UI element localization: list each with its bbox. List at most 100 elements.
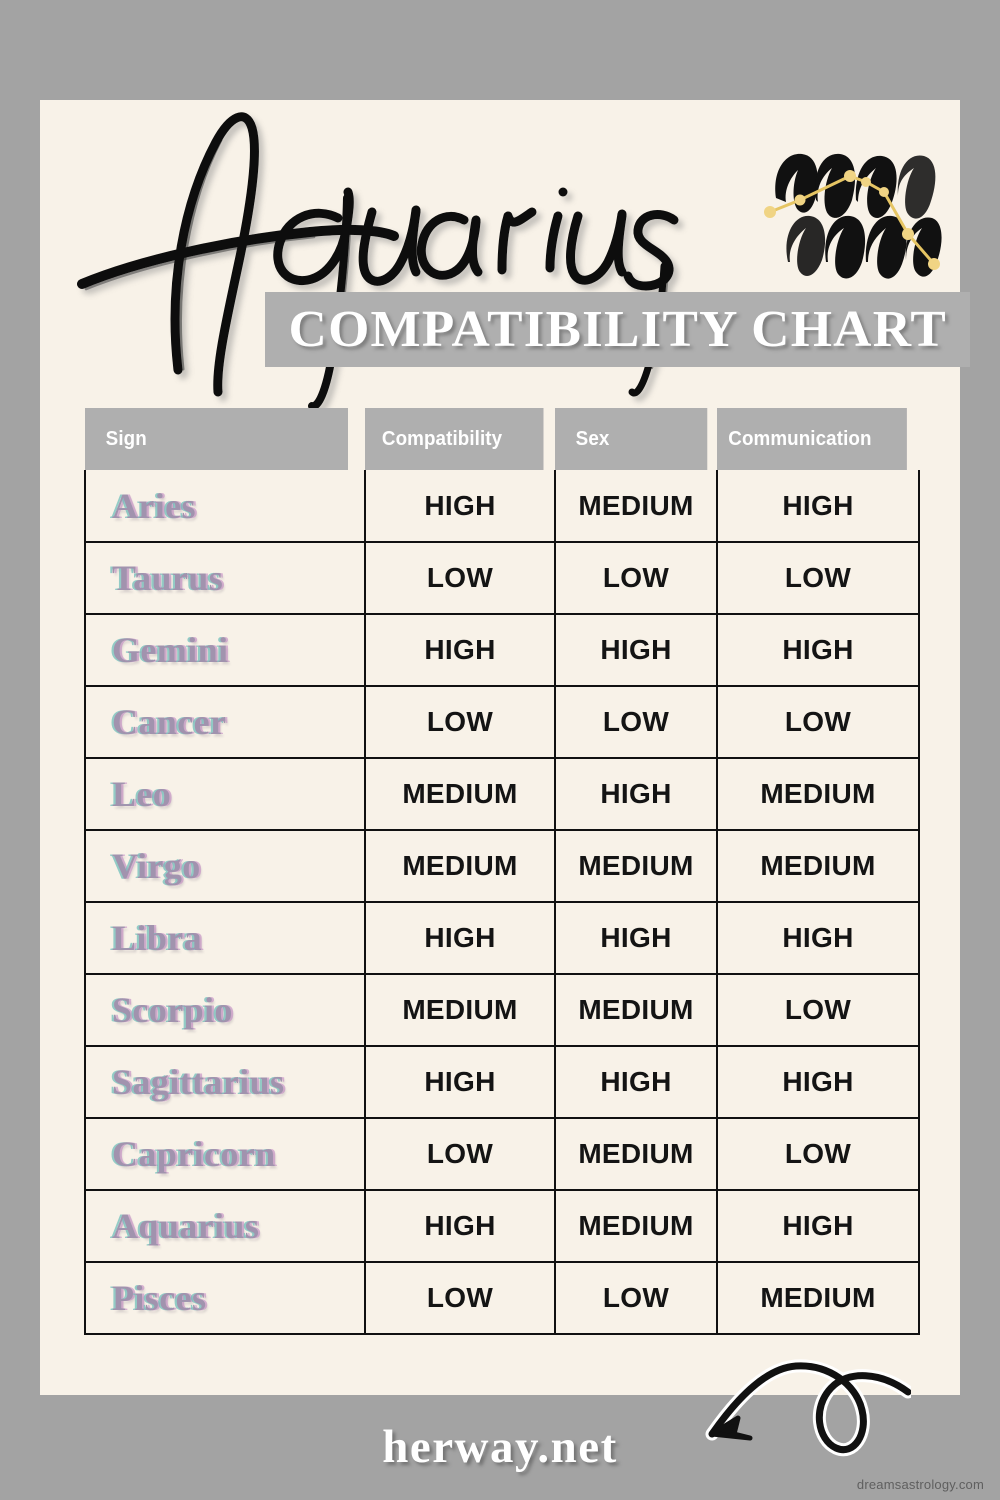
cell-sex: HIGH: [554, 613, 718, 687]
cell-communication: LOW: [716, 1117, 920, 1191]
aquarius-constellation-icon: [758, 130, 948, 280]
rating-compatibility: MEDIUM: [402, 850, 518, 881]
compatibility-table: Sign Compatibility Sex Communication Ari…: [84, 408, 920, 1335]
rating-sex: LOW: [602, 562, 670, 593]
sign-name: Taurus: [112, 558, 224, 598]
poster-panel: COMPATIBILITY CHART Sign Compatibility S…: [40, 100, 970, 1395]
cell-communication: HIGH: [716, 1045, 920, 1119]
cell-compatibility: HIGH: [364, 470, 556, 543]
table-row: Scorpio MEDIUM MEDIUM LOW: [84, 973, 920, 1047]
table-row: Gemini HIGH HIGH HIGH: [84, 613, 920, 687]
sign-name: Leo: [112, 774, 172, 814]
cell-sign: Gemini: [84, 613, 366, 687]
rating-compatibility: HIGH: [424, 489, 496, 521]
cell-sex: MEDIUM: [554, 1189, 718, 1263]
rating-communication: MEDIUM: [760, 778, 876, 809]
rating-sex: MEDIUM: [578, 1210, 694, 1241]
cell-sex: HIGH: [554, 1045, 718, 1119]
sign-name: Aries: [112, 485, 196, 526]
cell-communication: HIGH: [716, 470, 920, 543]
cell-communication: HIGH: [716, 613, 920, 687]
rating-compatibility: HIGH: [424, 922, 496, 953]
table-row: Aries HIGH MEDIUM HIGH: [84, 470, 920, 543]
table-row: Libra HIGH HIGH HIGH: [84, 901, 920, 975]
cell-sex: LOW: [554, 541, 718, 615]
cell-compatibility: HIGH: [364, 1045, 556, 1119]
rating-sex: HIGH: [600, 634, 672, 665]
cell-communication: LOW: [716, 541, 920, 615]
cell-sex: MEDIUM: [554, 470, 718, 543]
cell-compatibility: MEDIUM: [364, 829, 556, 903]
rating-communication: HIGH: [782, 489, 854, 521]
cell-sign: Leo: [84, 757, 366, 831]
rating-sex: LOW: [602, 706, 670, 737]
rating-compatibility: LOW: [426, 706, 494, 737]
cell-compatibility: MEDIUM: [364, 973, 556, 1047]
sign-name: Libra: [112, 918, 203, 958]
cell-sex: HIGH: [554, 757, 718, 831]
cell-compatibility: HIGH: [364, 901, 556, 975]
cell-sign: Virgo: [84, 829, 366, 903]
cell-sign: Aquarius: [84, 1189, 366, 1263]
cell-sign: Sagittarius: [84, 1045, 366, 1119]
column-header-sex: Sex: [555, 408, 708, 470]
rating-sex: MEDIUM: [578, 850, 694, 881]
cell-compatibility: LOW: [364, 1261, 556, 1335]
rating-compatibility: LOW: [426, 1138, 494, 1169]
sign-name: Pisces: [112, 1278, 207, 1318]
cell-sign: Scorpio: [84, 973, 366, 1047]
cell-sex: HIGH: [554, 901, 718, 975]
rating-compatibility: LOW: [426, 1282, 494, 1313]
cell-sign: Cancer: [84, 685, 366, 759]
rating-compatibility: HIGH: [424, 1066, 496, 1097]
cell-sign: Taurus: [84, 541, 366, 615]
rating-communication: MEDIUM: [760, 1282, 876, 1313]
rating-compatibility: HIGH: [424, 1210, 496, 1241]
rating-compatibility: HIGH: [424, 634, 496, 665]
cell-sex: LOW: [554, 1261, 718, 1335]
rating-communication: HIGH: [782, 922, 854, 953]
subtitle-text: COMPATIBILITY CHART: [288, 301, 947, 358]
cell-communication: HIGH: [716, 901, 920, 975]
rating-sex: LOW: [602, 1282, 670, 1313]
column-header-sign: Sign: [85, 408, 349, 470]
sign-name: Capricorn: [112, 1134, 276, 1174]
cell-communication: LOW: [716, 685, 920, 759]
site-name-text: herway.net: [382, 1421, 618, 1473]
cell-compatibility: LOW: [364, 1117, 556, 1191]
rating-communication: HIGH: [782, 1066, 854, 1097]
cell-communication: MEDIUM: [716, 1261, 920, 1335]
cell-sign: Capricorn: [84, 1117, 366, 1191]
cell-sex: MEDIUM: [554, 973, 718, 1047]
cell-sex: MEDIUM: [554, 829, 718, 903]
table-row: Cancer LOW LOW LOW: [84, 685, 920, 759]
rating-communication: LOW: [784, 562, 852, 593]
sign-name: Sagittarius: [112, 1062, 285, 1102]
cell-communication: MEDIUM: [716, 757, 920, 831]
table-row: Pisces LOW LOW MEDIUM: [84, 1261, 920, 1335]
table-row: Leo MEDIUM HIGH MEDIUM: [84, 757, 920, 831]
table-row: Capricorn LOW MEDIUM LOW: [84, 1117, 920, 1191]
compatibility-table-wrapper: Sign Compatibility Sex Communication Ari…: [84, 408, 920, 1335]
cell-compatibility: LOW: [364, 541, 556, 615]
sign-name: Virgo: [112, 846, 201, 886]
table-row: Aquarius HIGH MEDIUM HIGH: [84, 1189, 920, 1263]
sign-name: Aquarius: [112, 1206, 260, 1246]
sign-name: Scorpio: [112, 990, 233, 1030]
sign-name: Gemini: [112, 630, 229, 670]
rating-communication: HIGH: [782, 1210, 854, 1241]
cell-sign: Libra: [84, 901, 366, 975]
rating-compatibility: LOW: [426, 562, 494, 593]
table-header-row: Sign Compatibility Sex Communication: [85, 408, 919, 470]
rating-sex: HIGH: [600, 778, 672, 809]
rating-compatibility: MEDIUM: [402, 778, 518, 809]
cell-communication: LOW: [716, 973, 920, 1047]
cell-sign: Pisces: [84, 1261, 366, 1335]
rating-compatibility: MEDIUM: [402, 994, 518, 1025]
rating-communication: MEDIUM: [760, 850, 876, 881]
table-body: Aries HIGH MEDIUM HIGH Taurus LOW LOW LOW Gemini…: [84, 470, 920, 1335]
table-header: Sign Compatibility Sex Communication: [85, 408, 919, 470]
cell-sign: Aries: [84, 470, 366, 543]
sign-name: Cancer: [112, 702, 227, 742]
rating-sex: MEDIUM: [578, 489, 694, 521]
